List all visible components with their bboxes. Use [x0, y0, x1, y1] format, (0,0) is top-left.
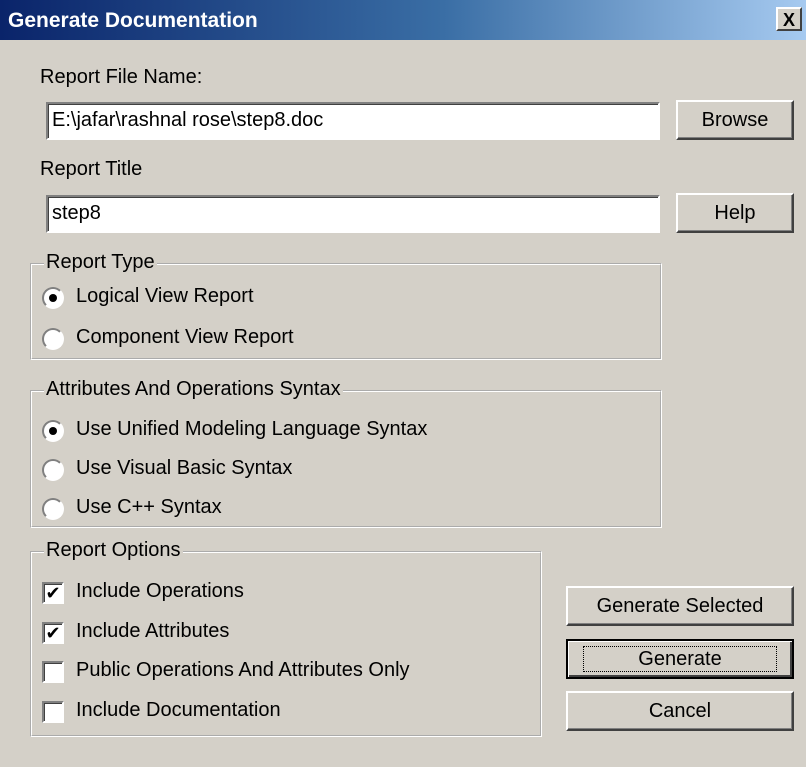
checkbox[interactable]: ✔ [42, 582, 64, 604]
title-bar: Generate Documentation X [0, 0, 806, 40]
generate-button-label: Generate [583, 646, 777, 672]
checkbox[interactable]: ✔ [42, 622, 64, 644]
checkbox-label: Public Operations And Attributes Only [76, 659, 410, 681]
checkbox[interactable] [42, 661, 64, 683]
cancel-button[interactable]: Cancel [566, 691, 794, 731]
report-file-name-label: Report File Name: [40, 66, 203, 88]
radio-button[interactable] [42, 498, 64, 520]
checkbox-label: Include Documentation [76, 699, 281, 721]
radio-selected-dot [49, 294, 57, 302]
radio-cpp-syntax[interactable]: Use C++ Syntax [42, 495, 442, 523]
browse-button[interactable]: Browse [676, 100, 794, 140]
radio-uml-syntax[interactable]: Use Unified Modeling Language Syntax [42, 417, 602, 445]
radio-button[interactable] [42, 287, 64, 309]
checkbox-label: Include Operations [76, 580, 244, 602]
checkbox[interactable] [42, 701, 64, 723]
radio-component-view-report[interactable]: Component View Report [42, 325, 442, 353]
radio-label: Use C++ Syntax [76, 496, 222, 518]
radio-label: Logical View Report [76, 285, 254, 307]
radio-button[interactable] [42, 328, 64, 350]
radio-button[interactable] [42, 420, 64, 442]
report-title-label: Report Title [40, 158, 143, 180]
radio-selected-dot [49, 427, 57, 435]
radio-label: Use Visual Basic Syntax [76, 457, 293, 479]
report-file-name-input[interactable]: E:\jafar\rashnal rose\step8.doc [46, 102, 660, 140]
checkbox-include-documentation[interactable]: Include Documentation [42, 698, 522, 726]
checkbox-public-only[interactable]: Public Operations And Attributes Only [42, 658, 522, 686]
report-type-legend: Report Type [44, 251, 157, 274]
close-button[interactable]: X [776, 7, 802, 31]
radio-visual-basic-syntax[interactable]: Use Visual Basic Syntax [42, 456, 442, 484]
radio-label: Component View Report [76, 326, 294, 348]
syntax-legend: Attributes And Operations Syntax [44, 378, 343, 401]
generate-selected-button[interactable]: Generate Selected [566, 586, 794, 626]
report-title-input[interactable]: step8 [46, 195, 660, 233]
radio-logical-view-report[interactable]: Logical View Report [42, 284, 442, 312]
checkbox-label: Include Attributes [76, 620, 230, 642]
help-button[interactable]: Help [676, 193, 794, 233]
window-title: Generate Documentation [8, 9, 258, 32]
generate-button[interactable]: Generate [566, 639, 794, 679]
checkbox-include-operations[interactable]: ✔ Include Operations [42, 579, 522, 607]
report-options-legend: Report Options [44, 539, 183, 562]
radio-button[interactable] [42, 459, 64, 481]
radio-label: Use Unified Modeling Language Syntax [76, 418, 428, 440]
checkbox-include-attributes[interactable]: ✔ Include Attributes [42, 619, 522, 647]
